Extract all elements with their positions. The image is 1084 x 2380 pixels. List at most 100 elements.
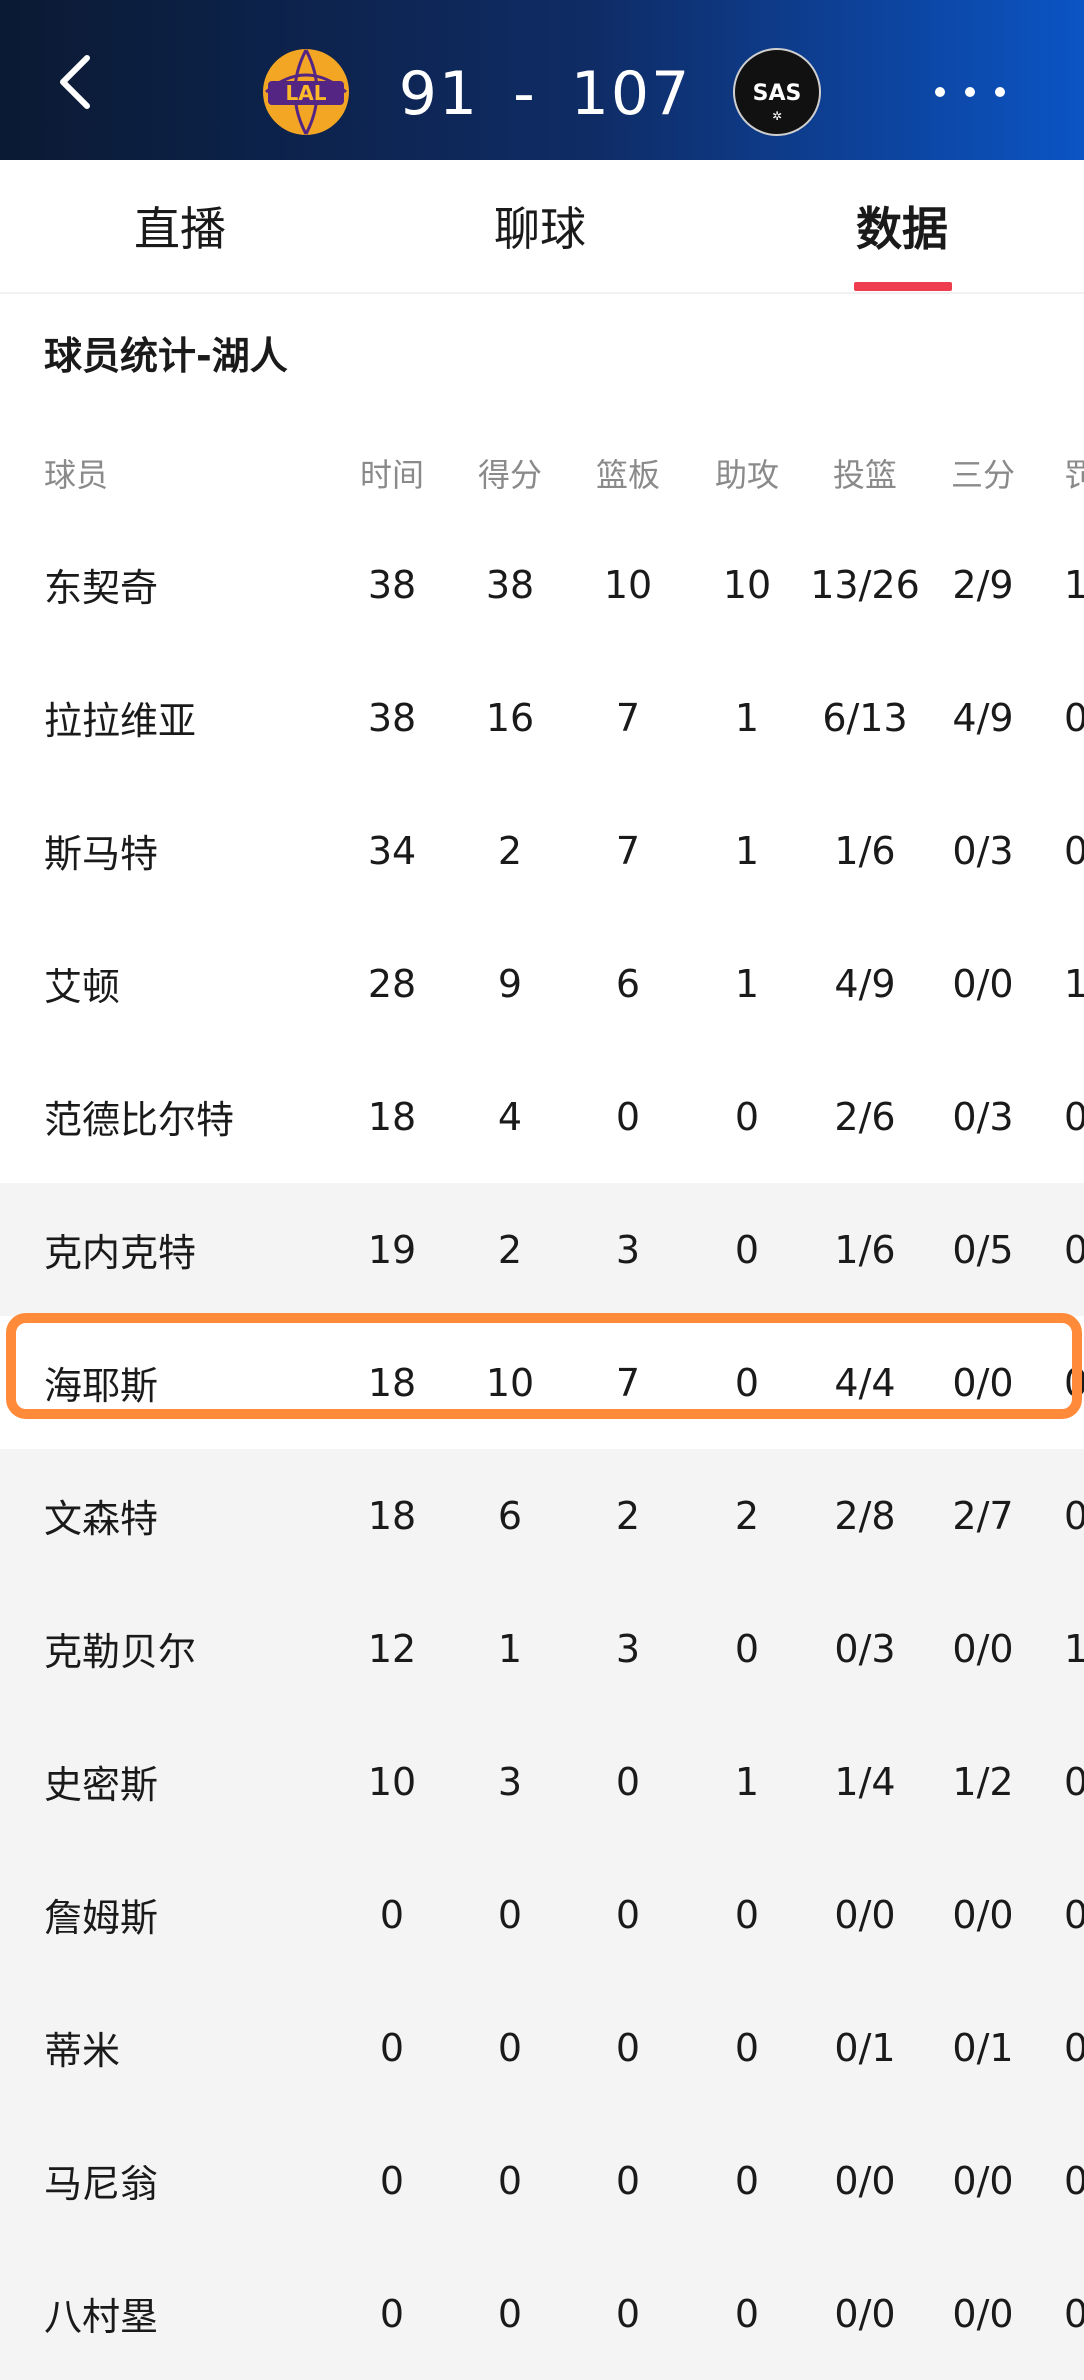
away-score: 107 — [570, 59, 692, 129]
table-row[interactable]: 文森特 18 6 2 2 2/8 2/7 0 — [0, 1449, 1084, 1582]
table-row[interactable]: 克内克特 19 2 3 0 1/6 0/5 0 — [0, 1183, 1084, 1316]
cell-minutes: 28 — [367, 961, 417, 1006]
tab-stats[interactable]: 数据 — [822, 160, 982, 292]
tab-bar: 直播 聊球 数据 — [0, 160, 1084, 294]
table-row[interactable]: 艾顿 28 9 6 1 4/9 0/0 1 — [0, 917, 1084, 1050]
column-header-minutes: 时间 — [359, 456, 424, 494]
column-header-free-throws: 罚 — [1064, 456, 1084, 494]
cell-points: 9 — [497, 961, 523, 1006]
cell-field-goals: 0/0 — [834, 2158, 896, 2203]
table-row[interactable]: 马尼翁 0 0 0 0 0/0 0/0 0 — [0, 2114, 1084, 2247]
chevron-left-icon — [60, 55, 90, 109]
cell-minutes: 0 — [379, 2025, 405, 2070]
table-row[interactable]: 史密斯 10 3 0 1 1/4 1/2 0 — [0, 1715, 1084, 1848]
cell-player-name: 八村塁 — [44, 2295, 159, 2339]
table-row[interactable]: 詹姆斯 0 0 0 0 0/0 0/0 0 — [0, 1848, 1084, 1981]
home-team-logo[interactable]: LAL — [262, 48, 350, 136]
cell-assists: 0 — [734, 1227, 760, 1272]
cell-three-pointers: 0/0 — [952, 2158, 1014, 2203]
column-header-field-goals: 投篮 — [832, 456, 897, 494]
cell-assists: 1 — [734, 695, 760, 740]
cell-points: 0 — [497, 2158, 523, 2203]
cell-assists: 0 — [734, 2158, 760, 2203]
cell-points: 38 — [485, 562, 535, 607]
cell-points: 1 — [497, 1626, 523, 1671]
cell-player-name: 詹姆斯 — [44, 1896, 159, 1940]
column-header-three-pointers: 三分 — [950, 456, 1015, 494]
cell-points: 2 — [497, 828, 523, 873]
cell-field-goals: 0/0 — [834, 1892, 896, 1937]
cell-three-pointers: 0/0 — [952, 1892, 1014, 1937]
tab-live[interactable]: 直播 — [100, 160, 260, 292]
more-options-button[interactable] — [935, 68, 1005, 116]
cell-field-goals: 1/6 — [834, 828, 896, 873]
score-separator: - — [513, 59, 537, 129]
cell-assists: 1 — [734, 828, 760, 873]
more-dot-icon — [965, 87, 975, 97]
tab-chat[interactable]: 聊球 — [460, 160, 620, 292]
cell-minutes: 0 — [379, 1892, 405, 1937]
cell-player-name: 东契奇 — [44, 566, 159, 610]
table-row[interactable]: 八村塁 0 0 0 0 0/0 0/0 0 — [0, 2247, 1084, 2380]
away-team-logo[interactable]: SAS ✲ — [733, 48, 821, 136]
cell-free-throws: 10 — [1064, 562, 1084, 607]
cell-field-goals: 13/26 — [810, 562, 920, 607]
cell-three-pointers: 0/1 — [952, 2025, 1014, 2070]
cell-minutes: 34 — [367, 828, 417, 873]
cell-rebounds: 10 — [603, 562, 653, 607]
cell-field-goals: 4/9 — [834, 961, 896, 1006]
cell-three-pointers: 2/7 — [952, 1493, 1014, 1538]
table-row[interactable]: 范德比尔特 18 4 0 0 2/6 0/3 0 — [0, 1050, 1084, 1183]
cell-field-goals: 0/0 — [834, 2291, 896, 2336]
cell-player-name: 马尼翁 — [44, 2162, 159, 2206]
cell-rebounds: 3 — [615, 1626, 641, 1671]
cell-assists: 0 — [734, 1892, 760, 1937]
back-button[interactable] — [45, 52, 105, 112]
table-row[interactable]: 拉拉维亚 38 16 7 1 6/13 4/9 0 — [0, 651, 1084, 784]
table-row[interactable]: 斯马特 34 2 7 1 1/6 0/3 0 — [0, 784, 1084, 917]
more-dot-icon — [935, 87, 945, 97]
cell-minutes: 12 — [367, 1626, 417, 1671]
cell-free-throws: 0 — [1064, 2025, 1084, 2070]
cell-rebounds: 0 — [615, 2291, 641, 2336]
cell-assists: 2 — [734, 1493, 760, 1538]
table-row[interactable]: 海耶斯 18 10 7 0 4/4 0/0 0 — [0, 1316, 1084, 1449]
cell-points: 0 — [497, 1892, 523, 1937]
cell-assists: 0 — [734, 1360, 760, 1405]
svg-text:SAS: SAS — [753, 81, 802, 106]
home-score: 91 — [398, 59, 480, 129]
cell-points: 3 — [497, 1759, 523, 1804]
cell-minutes: 18 — [367, 1360, 417, 1405]
cell-free-throws: 0 — [1064, 1360, 1084, 1405]
cell-minutes: 18 — [367, 1493, 417, 1538]
cell-points: 4 — [497, 1094, 523, 1139]
cell-rebounds: 2 — [615, 1493, 641, 1538]
column-header-rebounds: 篮板 — [595, 456, 660, 494]
cell-three-pointers: 2/9 — [952, 562, 1014, 607]
cell-player-name: 史密斯 — [44, 1763, 159, 1807]
cell-three-pointers: 0/3 — [952, 1094, 1014, 1139]
cell-player-name: 文森特 — [44, 1497, 159, 1541]
cell-field-goals: 0/3 — [834, 1626, 896, 1671]
cell-assists: 10 — [722, 562, 772, 607]
cell-free-throws: 0 — [1064, 1892, 1084, 1937]
cell-free-throws: 0 — [1064, 1493, 1084, 1538]
cell-player-name: 克内克特 — [44, 1231, 197, 1275]
cell-rebounds: 7 — [615, 695, 641, 740]
cell-three-pointers: 0/0 — [952, 1626, 1014, 1671]
cell-player-name: 范德比尔特 — [44, 1098, 235, 1142]
cell-three-pointers: 4/9 — [952, 695, 1014, 740]
active-tab-indicator — [854, 282, 952, 291]
cell-points: 6 — [497, 1493, 523, 1538]
cell-three-pointers: 0/0 — [952, 961, 1014, 1006]
table-row[interactable]: 东契奇 38 38 10 10 13/26 2/9 10 — [0, 518, 1084, 651]
cell-free-throws: 0 — [1064, 1227, 1084, 1272]
svg-text:LAL: LAL — [286, 81, 327, 105]
cell-free-throws: 0 — [1064, 695, 1084, 740]
cell-free-throws: 0 — [1064, 828, 1084, 873]
cell-points: 0 — [497, 2291, 523, 2336]
cell-rebounds: 6 — [615, 961, 641, 1006]
table-row[interactable]: 蒂米 0 0 0 0 0/1 0/1 0 — [0, 1981, 1084, 2114]
table-row[interactable]: 克勒贝尔 12 1 3 0 0/3 0/0 1 — [0, 1582, 1084, 1715]
cell-minutes: 18 — [367, 1094, 417, 1139]
